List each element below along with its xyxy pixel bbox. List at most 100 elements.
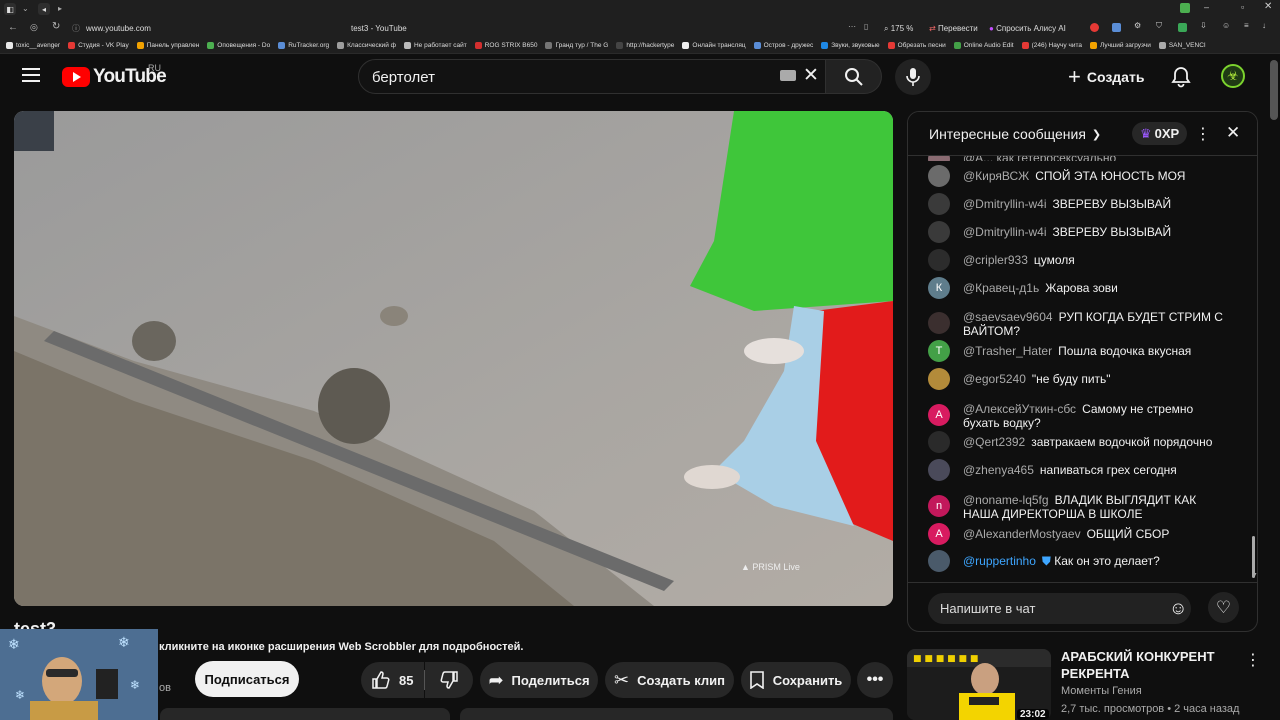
- bookmark-item[interactable]: ROG STRIX B650: [474, 42, 537, 49]
- bookmark-item[interactable]: Звуки, звуковые: [821, 42, 880, 49]
- bookmark-item[interactable]: Online Audio Edit: [953, 42, 1014, 49]
- bookmark-item[interactable]: Остров - дружес: [753, 42, 813, 49]
- ask-alice-button[interactable]: ● Спросить Алису AI: [989, 24, 1066, 33]
- video-player[interactable]: ▲ PRISM Live: [14, 111, 893, 606]
- chat-message[interactable]: @egor5240 "не буду пить": [928, 368, 1228, 390]
- chat-avatar[interactable]: [928, 312, 950, 334]
- bookmark-item[interactable]: http://hackertype: [616, 42, 674, 49]
- recommendation-thumbnail[interactable]: ■ ■ ■ ■ ■ ■ 23:02: [907, 649, 1051, 720]
- subscribe-button[interactable]: Подписаться: [195, 661, 299, 697]
- more-icon[interactable]: ⋯: [848, 22, 856, 31]
- chat-author[interactable]: @saevsaev9604: [963, 310, 1053, 324]
- back-icon[interactable]: ←: [8, 22, 18, 33]
- scroll-down-icon[interactable]: ▼: [1251, 572, 1257, 579]
- chat-author[interactable]: @Кравец-д1ь: [963, 281, 1039, 295]
- chat-avatar[interactable]: А: [928, 523, 950, 545]
- chat-author[interactable]: @Qert2392: [963, 435, 1025, 449]
- recommendation-more-icon[interactable]: ⋮: [1245, 650, 1261, 670]
- chat-author[interactable]: @ruppertinho: [963, 554, 1036, 568]
- save-button[interactable]: Сохранить: [741, 662, 851, 698]
- bookmark-item[interactable]: Классический ф: [337, 42, 396, 49]
- more-actions-button[interactable]: •••: [857, 662, 893, 698]
- create-button[interactable]: + Создать: [1068, 64, 1144, 90]
- extension-blue-icon[interactable]: [1112, 23, 1121, 32]
- minimize-icon[interactable]: –: [1204, 2, 1209, 12]
- bookmark-item[interactable]: (246) Научу чита: [1021, 42, 1082, 49]
- bookmark-item[interactable]: RuTracker.org: [278, 42, 329, 49]
- zoom-indicator[interactable]: ⌕ 175 %: [884, 24, 913, 34]
- chat-avatar[interactable]: [928, 550, 950, 572]
- chat-message[interactable]: К @Кравец-д1ь Жарова зови: [928, 277, 1228, 299]
- emoji-icon[interactable]: ☺: [1169, 598, 1187, 619]
- bookmark-item[interactable]: toxic__avenger: [6, 42, 60, 49]
- chat-avatar[interactable]: А: [928, 404, 950, 426]
- bookmark-item[interactable]: Гранд тур / The G: [545, 42, 608, 49]
- chat-message[interactable]: n @noname-lq5fg ВЛАДИК ВЫГЛЯДИТ КАК НАША Д…: [928, 493, 1228, 521]
- share-button[interactable]: ➦ Поделиться: [480, 662, 598, 698]
- download-icon[interactable]: ⇩: [1200, 21, 1207, 30]
- chat-more-icon[interactable]: ⋮: [1195, 124, 1211, 144]
- chat-author[interactable]: @egor5240: [963, 372, 1026, 386]
- chat-avatar[interactable]: n: [928, 495, 950, 517]
- chat-message[interactable]: @Qert2392 завтракаем водочкой порядочно: [928, 431, 1228, 453]
- hamburger-menu-icon[interactable]: [22, 68, 40, 82]
- chat-message[interactable]: @Dmitryllin-w4i ЗВЕРЕВУ ВЫЗЫВАЙ: [928, 193, 1228, 215]
- browser-menu-icon[interactable]: ◧: [4, 3, 16, 15]
- bookmark-item[interactable]: Не работает сайт: [403, 42, 467, 49]
- chat-avatar[interactable]: [928, 368, 950, 390]
- xp-badge[interactable]: ♛ 0XP: [1132, 122, 1188, 145]
- extension-icon[interactable]: [1180, 3, 1190, 13]
- notifications-button[interactable]: [1171, 66, 1191, 93]
- keyboard-icon[interactable]: [780, 70, 796, 81]
- recommendation-channel[interactable]: Моменты Гения: [1061, 685, 1142, 697]
- page-scrollbar[interactable]: [1270, 60, 1278, 120]
- chat-avatar[interactable]: [928, 459, 950, 481]
- like-button[interactable]: 85: [361, 662, 424, 698]
- close-chat-icon[interactable]: ✕: [1226, 123, 1240, 143]
- chat-author[interactable]: @Dmitryllin-w4i: [963, 197, 1047, 211]
- chat-author[interactable]: @cripler933: [963, 253, 1028, 267]
- description-box[interactable]: [160, 708, 450, 720]
- bookmark-item[interactable]: Студия - VK Play: [68, 42, 129, 49]
- chat-avatar[interactable]: [928, 193, 950, 215]
- chat-input[interactable]: Напишите в чат: [928, 593, 1191, 624]
- chat-avatar[interactable]: [928, 249, 950, 271]
- clear-search-icon[interactable]: ✕: [803, 64, 819, 87]
- chat-avatar[interactable]: К: [928, 277, 950, 299]
- forward-tab-icon[interactable]: ▸: [58, 4, 62, 13]
- bookmark-item[interactable]: Обрезать песни: [887, 42, 946, 49]
- chat-author[interactable]: @Dmitryllin-w4i: [963, 225, 1047, 239]
- extension-red-icon[interactable]: [1090, 23, 1099, 32]
- chat-author[interactable]: @zhenya465: [963, 463, 1034, 477]
- search-button[interactable]: [826, 59, 882, 94]
- chat-avatar[interactable]: T: [928, 340, 950, 362]
- chat-author[interactable]: @Trasher_Hater: [963, 344, 1052, 358]
- chat-message[interactable]: @Dmitryllin-w4i ЗВЕРЕВУ ВЫЗЫВАЙ: [928, 221, 1228, 243]
- chat-message[interactable]: @zhenya465 напиваться грех сегодня: [928, 459, 1228, 481]
- menu-icon[interactable]: ≡: [1244, 21, 1249, 30]
- bookmark-item[interactable]: SAN_VENCI: [1158, 42, 1206, 49]
- bookmark-item[interactable]: Оповещения - Do: [207, 42, 270, 49]
- shield-icon[interactable]: ⛉: [1156, 21, 1162, 31]
- reload-icon[interactable]: ↻: [52, 21, 60, 32]
- chat-author[interactable]: @noname-lq5fg: [963, 493, 1049, 507]
- close-window-icon[interactable]: ✕: [1264, 1, 1272, 12]
- chat-message[interactable]: @saevsaev9604 РУП КОГДА БУДЕТ СТРИМ С ВАЙ…: [928, 310, 1228, 338]
- chat-message[interactable]: @ruppertinho ⛊ Как он это делает?: [928, 550, 1228, 572]
- recommendation-title[interactable]: АРАБСКИЙ КОНКУРЕНТ РЕКРЕНТА: [1061, 648, 1241, 682]
- bookmark-item[interactable]: Панель управлен: [136, 42, 199, 49]
- chat-message[interactable]: А @AlexanderMostyaev ОБЩИЙ СБОР: [928, 523, 1228, 545]
- tab-list-icon[interactable]: ⌄: [22, 4, 29, 13]
- heart-button[interactable]: ♡: [1208, 592, 1239, 623]
- chat-avatar[interactable]: [928, 165, 950, 187]
- chat-author[interactable]: @КиряВСЖ: [963, 169, 1029, 183]
- chat-message[interactable]: T @Trasher_Hater Пошла водочка вкусная: [928, 340, 1228, 362]
- chat-avatar[interactable]: [928, 221, 950, 243]
- url-field[interactable]: www.youtube.com: [86, 24, 151, 33]
- bookmark-item[interactable]: Лучший загрузчи: [1090, 42, 1151, 49]
- chat-author[interactable]: @АлексейУткин-сбс: [963, 402, 1076, 416]
- home-icon[interactable]: ◎: [30, 22, 38, 33]
- maximize-icon[interactable]: ▫: [1241, 2, 1244, 12]
- user-avatar[interactable]: ☣: [1221, 64, 1245, 88]
- dislike-button[interactable]: [425, 662, 473, 698]
